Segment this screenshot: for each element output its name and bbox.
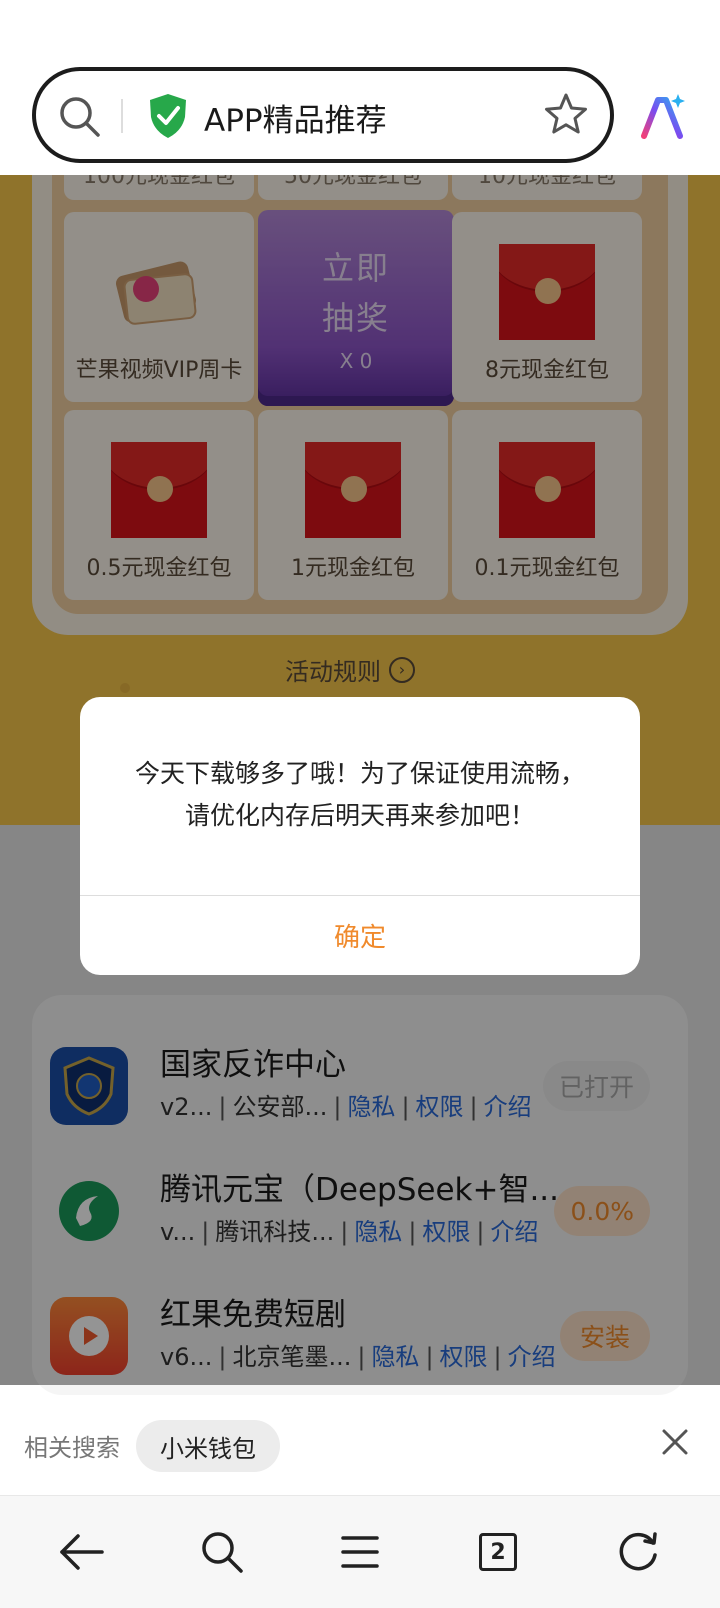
ai-assistant-icon[interactable] bbox=[638, 92, 688, 142]
bottom-navigation: 2 bbox=[0, 1495, 720, 1608]
address-bar[interactable]: APP精品推荐 bbox=[32, 67, 614, 163]
divider bbox=[121, 99, 123, 133]
search-icon[interactable] bbox=[58, 95, 102, 139]
related-search-chip[interactable]: 小米钱包 bbox=[136, 1420, 280, 1472]
tab-count: 2 bbox=[490, 1539, 506, 1565]
close-icon[interactable] bbox=[660, 1427, 690, 1457]
star-icon[interactable] bbox=[542, 91, 590, 139]
dialog-message: 今天下载够多了哦！为了保证使用流畅， 请优化内存后明天再来参加吧！ bbox=[80, 753, 640, 837]
dialog-message-line-1: 今天下载够多了哦！为了保证使用流畅， bbox=[134, 759, 585, 788]
related-search-bar: 相关搜索 小米钱包 bbox=[0, 1395, 720, 1495]
tabs-button[interactable]: 2 bbox=[472, 1526, 524, 1578]
search-icon bbox=[202, 1532, 243, 1573]
back-arrow-icon bbox=[60, 1534, 104, 1570]
alert-dialog: 今天下载够多了哦！为了保证使用流畅， 请优化内存后明天再来参加吧！ 确定 bbox=[80, 697, 640, 975]
refresh-icon bbox=[619, 1532, 657, 1571]
address-text: APP精品推荐 bbox=[204, 103, 387, 139]
dialog-message-line-2: 请优化内存后明天再来参加吧！ bbox=[184, 801, 535, 830]
tabs-icon: 2 bbox=[479, 1533, 517, 1571]
confirm-button[interactable]: 确定 bbox=[80, 896, 640, 975]
menu-icon bbox=[341, 1536, 379, 1568]
search-button[interactable] bbox=[196, 1526, 248, 1578]
back-button[interactable] bbox=[56, 1526, 108, 1578]
refresh-button[interactable] bbox=[612, 1526, 664, 1578]
page: 100元现金红包 50元现金红包 10元现金红包 芒果视频VIP周卡 立即 抽奖… bbox=[0, 0, 720, 1608]
related-search-label: 相关搜索 bbox=[24, 1434, 120, 1462]
shield-check-icon bbox=[150, 94, 186, 138]
menu-button[interactable] bbox=[334, 1526, 386, 1578]
browser-top-bar: APP精品推荐 bbox=[0, 0, 720, 175]
